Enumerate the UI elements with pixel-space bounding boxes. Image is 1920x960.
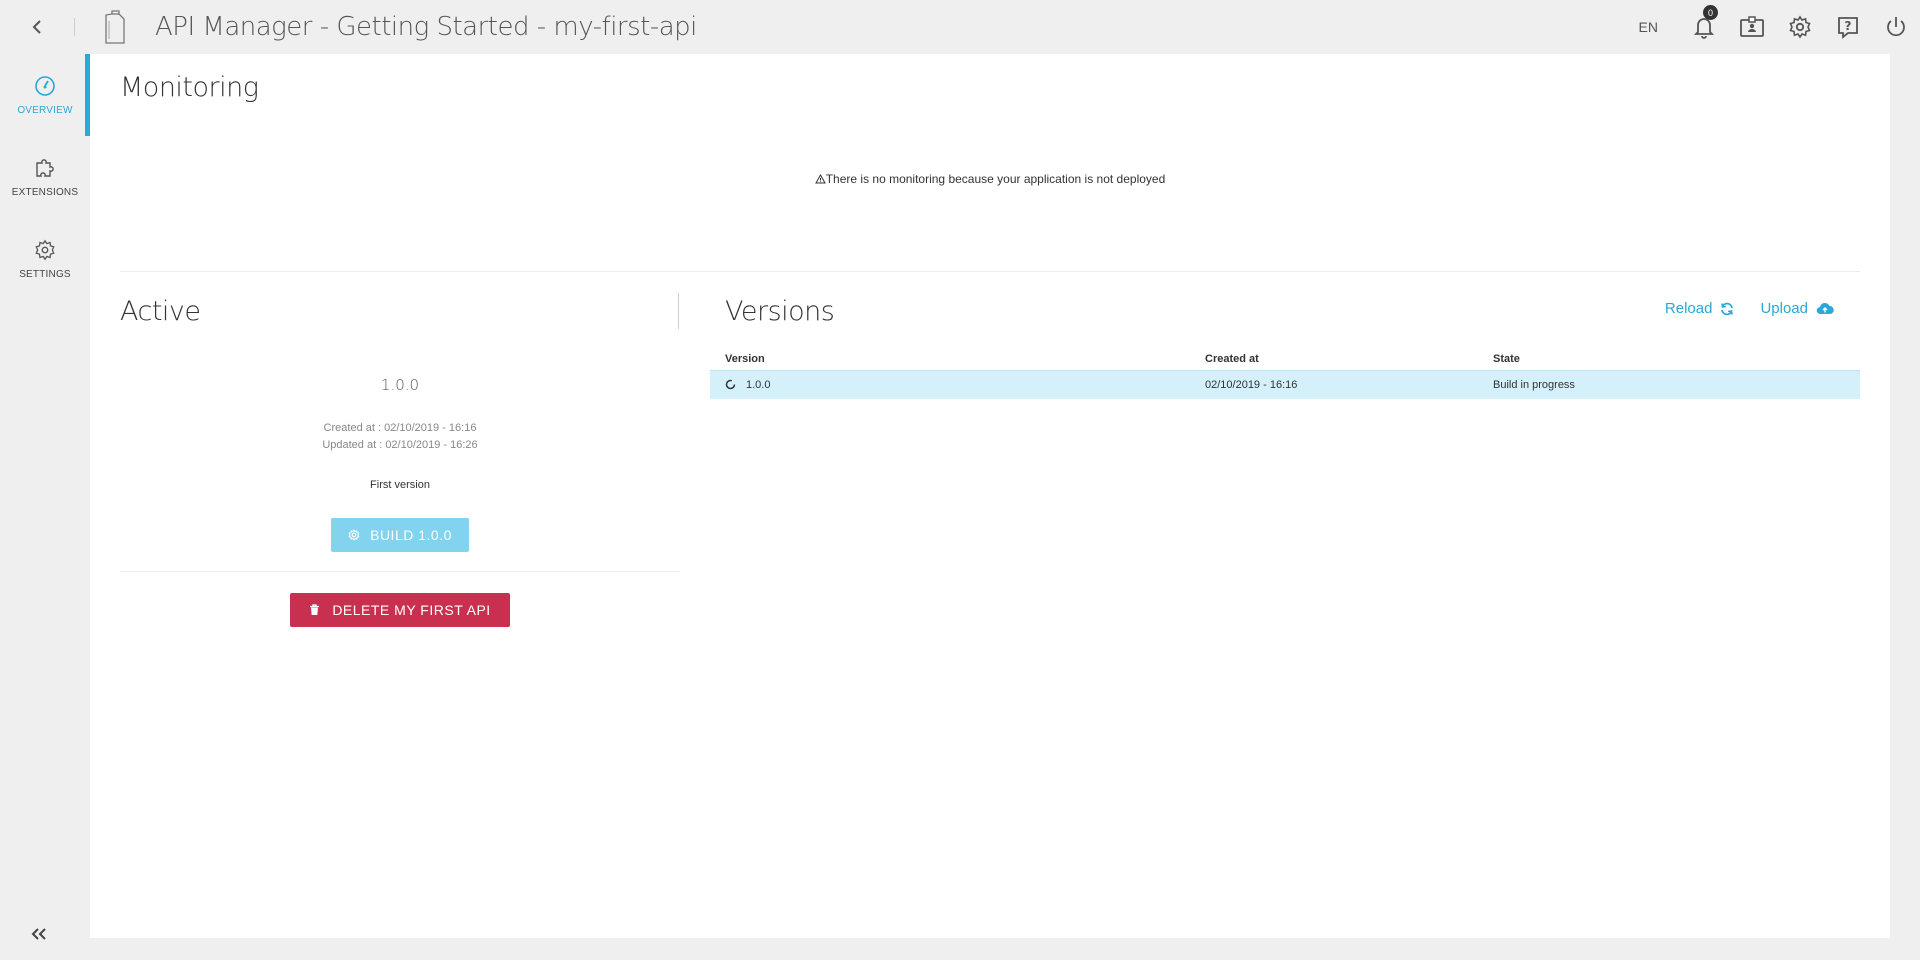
- back-icon: [32, 20, 41, 34]
- help-icon: ?: [1838, 17, 1858, 39]
- versions-title: Versions: [725, 296, 835, 327]
- monitoring-message-text: There is no monitoring because your appl…: [825, 172, 1166, 186]
- sidebar-item-overview[interactable]: OVERVIEW: [0, 54, 90, 136]
- dashboard-icon: [35, 75, 55, 96]
- monitoring-message: There is no monitoring because your appl…: [90, 172, 1890, 186]
- upload-label: Upload: [1760, 300, 1808, 317]
- cloud-upload-icon: [1816, 302, 1834, 315]
- monitoring-title: Monitoring: [120, 72, 259, 103]
- table-header-row: Version Created at State: [710, 348, 1860, 371]
- warning-icon: [814, 173, 826, 184]
- reload-label: Reload: [1664, 300, 1713, 317]
- delete-button-label: DELETE MY FIRST API: [332, 602, 491, 618]
- id-card-icon: [1740, 16, 1764, 37]
- gear-icon: [348, 529, 360, 541]
- upload-button[interactable]: Upload: [1760, 300, 1834, 317]
- divider: [120, 571, 680, 572]
- double-chevron-left-icon: [31, 928, 46, 940]
- main-panel: Monitoring There is no monitoring becaus…: [90, 54, 1890, 938]
- divider: [120, 271, 1860, 272]
- delete-api-button[interactable]: DELETE MY FIRST API: [290, 593, 510, 627]
- table-row[interactable]: 1.0.0 02/10/2019 - 16:16 Build in progre…: [710, 370, 1860, 399]
- reload-button[interactable]: Reload: [1665, 300, 1735, 317]
- active-version: 1.0.0: [380, 376, 420, 394]
- state-cell: Build in progress: [1478, 370, 1860, 399]
- app-logo-icon: [103, 8, 129, 46]
- spinner-icon: [725, 380, 736, 390]
- logout-button[interactable]: [1872, 0, 1920, 54]
- sidebar-item-settings[interactable]: SETTINGS: [0, 218, 90, 300]
- notifications-button[interactable]: 0: [1680, 0, 1728, 54]
- back-button[interactable]: [0, 0, 74, 54]
- active-updated-at: Updated at : 02/10/2019 - 16:26: [322, 439, 478, 451]
- versions-table: Version Created at State 1.0.0 02/10/201…: [710, 348, 1860, 399]
- active-created-at: Created at : 02/10/2019 - 16:16: [323, 422, 477, 434]
- profile-button[interactable]: [1728, 0, 1776, 54]
- settings-button[interactable]: [1776, 0, 1824, 54]
- column-header-version: Version: [710, 348, 1190, 371]
- divider: [74, 18, 75, 36]
- build-button[interactable]: BUILD 1.0.0: [331, 518, 469, 552]
- version-value: 1.0.0: [746, 378, 771, 391]
- version-cell: 1.0.0: [710, 370, 1190, 399]
- puzzle-icon: [36, 158, 54, 177]
- versions-actions: Reload Upload: [1665, 300, 1834, 317]
- notification-badge: 0: [1703, 5, 1718, 20]
- top-bar: API Manager - Getting Started - my-first…: [0, 0, 1920, 54]
- refresh-icon: [1721, 302, 1734, 315]
- power-icon: [1887, 17, 1905, 37]
- sidebar-item-label: OVERVIEW: [17, 104, 73, 116]
- column-header-created-at: Created at: [1190, 348, 1478, 371]
- active-description: First version: [370, 479, 430, 491]
- help-button[interactable]: ?: [1824, 0, 1872, 54]
- svg-text:?: ?: [1845, 19, 1852, 33]
- sidebar: OVERVIEW EXTENSIONS SETTINGS: [0, 54, 90, 960]
- active-title: Active: [120, 296, 201, 327]
- column-header-state: State: [1478, 348, 1860, 371]
- created-at-cell: 02/10/2019 - 16:16: [1190, 370, 1478, 399]
- trash-icon: [310, 604, 320, 615]
- sidebar-item-label: EXTENSIONS: [11, 186, 79, 198]
- sidebar-item-label: SETTINGS: [19, 268, 71, 280]
- divider: [678, 293, 679, 329]
- build-button-label: BUILD 1.0.0: [370, 527, 452, 543]
- gear-icon: [1789, 15, 1811, 39]
- collapse-sidebar-button[interactable]: [30, 927, 48, 946]
- sidebar-item-extensions[interactable]: EXTENSIONS: [0, 136, 90, 218]
- gear-icon: [35, 239, 55, 260]
- page-title: API Manager - Getting Started - my-first…: [155, 12, 697, 42]
- language-selector[interactable]: EN: [1639, 19, 1658, 35]
